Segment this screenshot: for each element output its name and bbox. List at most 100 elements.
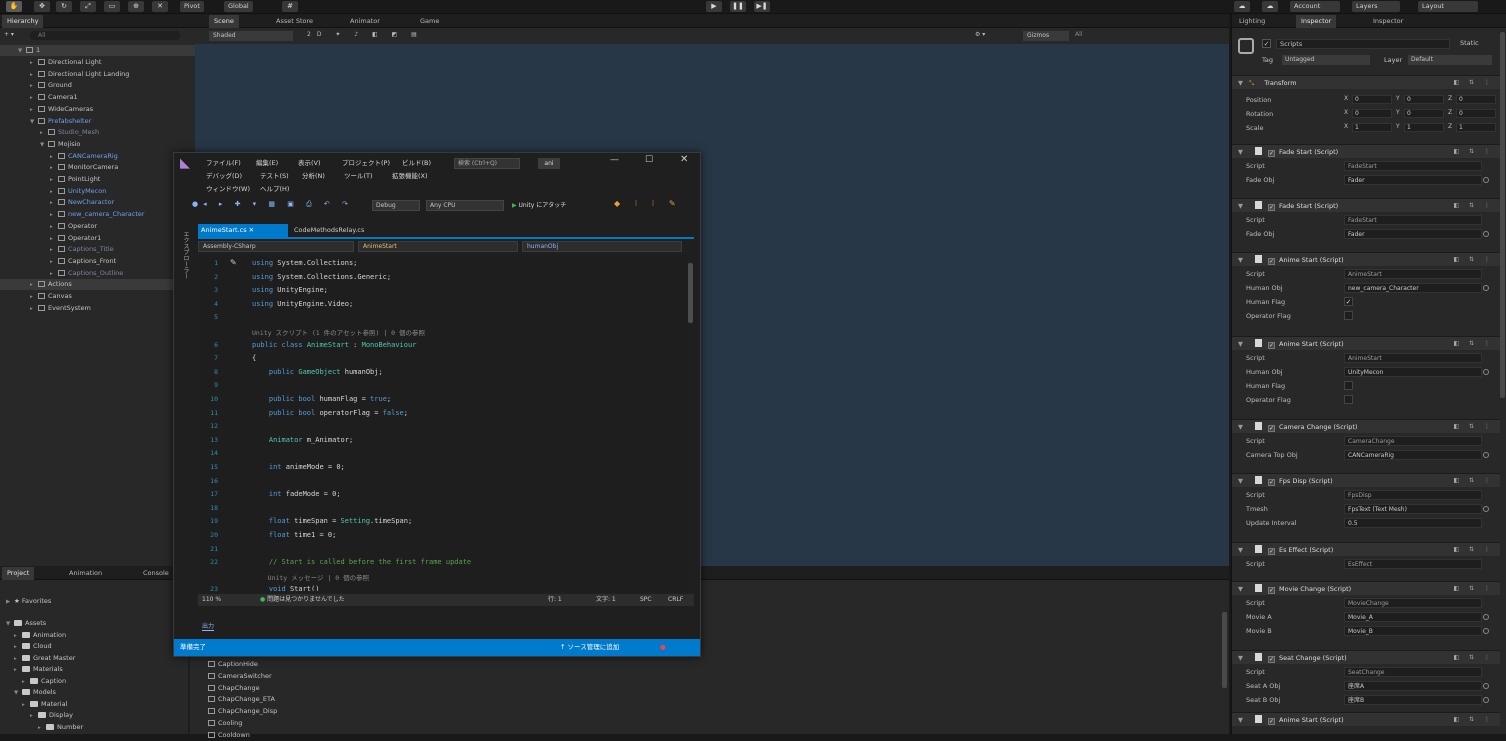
component-header[interactable]: ▼ ✓ Anime Start (Script) ◧ ⇅ ⋮ [1232,336,1500,350]
foldout-arrow-icon[interactable]: ▼ [1238,716,1243,724]
component-header[interactable]: ▼ ✓ Seat Change (Script) ◧ ⇅ ⋮ [1232,650,1500,664]
expand-arrow-icon[interactable]: ▸ [50,198,58,209]
object-picker-icon[interactable] [1483,628,1489,634]
doc-tab-codemethods[interactable]: CodeMethodsRelay.cs [290,224,380,237]
layer-dropdown[interactable]: Default [1408,55,1492,65]
component-header[interactable]: ▼ ✓ Fade Start (Script) ◧ ⇅ ⋮ [1232,144,1500,158]
hierarchy-item[interactable]: ▸ Operator [0,221,195,232]
transform-x-field[interactable]: X0 [1344,109,1392,118]
component-header[interactable]: ▼ ✓ Fade Start (Script) ◧ ⇅ ⋮ [1232,198,1500,212]
doc-tab-animestart[interactable]: AnimeStart.cs ✕ [198,224,288,237]
tab-inspector[interactable]: Inspector [1296,15,1337,28]
property-field[interactable]: 座席B [1344,695,1489,705]
inspector-scrollbar[interactable] [1500,32,1505,398]
property-checkbox[interactable]: ✓ [1344,297,1353,306]
property-checkbox[interactable] [1344,311,1353,320]
hierarchy-item[interactable]: ▸ Operator1 [0,233,195,244]
pause-button[interactable]: ❚❚ [730,1,746,12]
expand-arrow-icon[interactable]: ▸ [30,81,38,92]
transform-header[interactable]: ▼ ⤡ Transform ◧ ⇅ ⋮ [1232,75,1500,89]
project-folder[interactable]: ▸ Materials [14,664,63,675]
custom-tool-icon[interactable]: ✕ [152,1,168,12]
property-field[interactable]: CANCameraRig [1344,450,1489,460]
create-button[interactable]: + ▾ [4,31,24,40]
transform-tool-icon[interactable]: ⊕ [128,1,144,12]
global-toggle[interactable]: Global [224,1,253,12]
property-field[interactable]: Movie_B [1344,626,1489,636]
component-menu-icons[interactable]: ◧ ⇅ ⋮ [1453,474,1494,488]
project-file[interactable]: Cooling [208,718,242,729]
editor-scrollbar[interactable] [688,263,693,323]
expand-arrow-icon[interactable]: ▼ [30,117,38,128]
hierarchy-item[interactable]: ▼ Prefabshelter [0,116,195,127]
component-enabled-checkbox[interactable]: ✓ [1268,204,1275,211]
expand-arrow-icon[interactable]: ▸ [50,222,58,233]
tab-animation[interactable]: Animation [64,567,107,580]
project-file[interactable]: ChapChange [208,683,260,694]
hierarchy-item[interactable]: ▸ Directional Light [0,57,195,68]
expand-arrow-icon[interactable]: ▼ [14,688,22,699]
component-header[interactable]: ▼ ✓ Es Effect (Script) ◧ ⇅ ⋮ [1232,542,1500,556]
object-picker-icon[interactable] [1483,231,1489,237]
tab-project[interactable]: Project [2,567,35,580]
snap-icon[interactable]: # [282,1,298,12]
transform-z-field[interactable]: Z0 [1448,95,1496,104]
component-header[interactable]: ▼ ✓ Camera Change (Script) ◧ ⇅ ⋮ [1232,419,1500,433]
expand-arrow-icon[interactable]: ▸ [30,70,38,81]
foldout-arrow-icon[interactable]: ▼ [1238,585,1243,593]
favorites-item[interactable]: ▶ ★ Favorites [6,596,51,607]
component-enabled-checkbox[interactable]: ✓ [1268,587,1275,594]
hierarchy-item[interactable]: ▸ UnityMecon [0,186,195,197]
expand-arrow-icon[interactable]: ▸ [30,280,38,291]
hierarchy-item[interactable]: ▸ NewCharactor [0,197,195,208]
component-menu-icons[interactable]: ◧ ⇅ ⋮ [1453,145,1494,159]
property-field[interactable]: Fader [1344,175,1489,185]
vs-menu-item[interactable]: ファイル(F) [206,157,241,167]
foldout-arrow-icon[interactable]: ▼ [1238,654,1243,662]
expand-arrow-icon[interactable]: ▸ [50,234,58,245]
property-checkbox[interactable] [1344,381,1353,390]
property-field[interactable]: new_camera_Character [1344,283,1489,293]
component-menu-icons[interactable]: ◧ ⇅ ⋮ [1453,337,1494,351]
vs-toolbar-right-icons[interactable]: ◆ ⁝ ⁝ ✎ [614,199,694,211]
tab-animator[interactable]: Animator [345,15,385,28]
object-picker-icon[interactable] [1483,285,1489,291]
property-field[interactable]: FpsText (Text Mesh) [1344,504,1489,514]
component-header[interactable]: ▼ ✓ Movie Change (Script) ◧ ⇅ ⋮ [1232,581,1500,595]
expand-arrow-icon[interactable]: ▸ [30,292,38,303]
hierarchy-item[interactable]: ▸ Canvas [0,291,195,302]
tab-game[interactable]: Game [415,15,444,28]
expand-arrow-icon[interactable]: ▸ [22,700,30,711]
hierarchy-item[interactable]: ▼ Mojisio [0,139,195,150]
expand-arrow-icon[interactable]: ▸ [50,245,58,256]
transform-z-field[interactable]: Z1 [1448,123,1496,132]
project-scrollbar[interactable] [1222,612,1227,688]
foldout-arrow-icon[interactable]: ▼ [1238,340,1243,348]
property-field[interactable]: 0.5 [1344,518,1482,528]
component-enabled-checkbox[interactable]: ✓ [1268,425,1275,432]
tab-hierarchy[interactable]: Hierarchy [2,15,44,28]
active-checkbox[interactable]: ✓ [1262,39,1271,48]
hand-tool-icon[interactable]: ✋ [6,1,22,12]
attach-unity-button[interactable]: ▶ Unity にアタッチ [512,200,598,211]
component-menu-icons[interactable]: ◧ ⇅ ⋮ [1453,651,1494,665]
hierarchy-search-input[interactable]: All [30,31,180,40]
vs-menu-item[interactable]: テスト(S) [260,170,289,180]
foldout-arrow-icon[interactable]: ▼ [1238,148,1243,156]
vs-menu-item[interactable]: 表示(V) [298,157,321,167]
component-menu-icons[interactable]: ◧ ⇅ ⋮ [1453,543,1494,557]
scene-search-input[interactable]: All [1075,31,1099,41]
project-file[interactable]: ChapChange_Disp [208,706,277,717]
config-dropdown[interactable]: Debug [372,200,420,211]
gizmos-dropdown[interactable]: Gizmos [1023,31,1069,41]
project-folder[interactable]: ▸ Great Master [14,653,75,664]
expand-arrow-icon[interactable]: ▸ [50,257,58,268]
property-field[interactable]: Movie_A [1344,612,1489,622]
expand-arrow-icon[interactable]: ▸ [50,269,58,280]
cloud-icon[interactable]: ☁ [1262,1,1278,12]
transform-x-field[interactable]: X0 [1344,95,1392,104]
project-file[interactable]: CaptionHide [208,659,258,670]
solution-explorer-side-tab[interactable]: エクスプローラー [178,231,190,291]
component-header[interactable]: ▼ ✓ Fps Disp (Script) ◧ ⇅ ⋮ [1232,473,1500,487]
object-picker-icon[interactable] [1483,177,1489,183]
